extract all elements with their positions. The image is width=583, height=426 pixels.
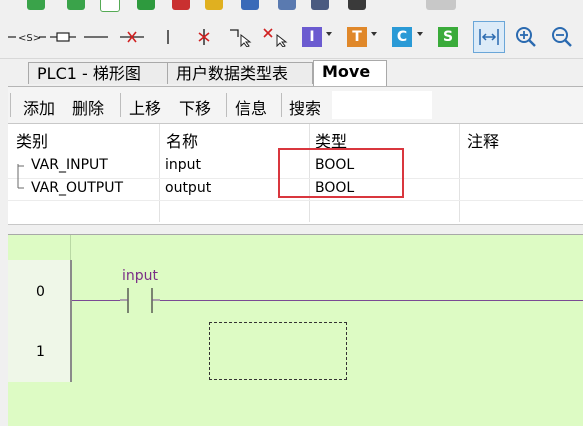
top-toolbar xyxy=(0,0,583,14)
delete-line-icon xyxy=(120,31,144,43)
delete-vertical-line-icon xyxy=(198,29,210,45)
tab-move[interactable]: Move xyxy=(313,60,387,86)
horizontal-line-icon xyxy=(84,36,108,38)
check-icon[interactable] xyxy=(27,0,45,10)
divider xyxy=(120,93,121,117)
online-icon[interactable] xyxy=(311,0,329,10)
var-category: VAR_INPUT xyxy=(31,157,108,173)
contact-set-icon: <S> xyxy=(8,33,46,44)
stop-icon[interactable] xyxy=(172,0,190,10)
zoom-in-icon xyxy=(516,27,536,47)
chevron-down-icon[interactable] xyxy=(371,32,377,36)
chevron-down-icon[interactable] xyxy=(417,32,423,36)
var-category: VAR_OUTPUT xyxy=(31,180,124,196)
search-label: 搜索 xyxy=(289,99,322,118)
warning-icon[interactable] xyxy=(205,0,223,10)
chevron-down-icon[interactable] xyxy=(326,32,332,36)
contact-label[interactable]: input xyxy=(122,268,158,284)
tab-plc1-ladder[interactable]: PLC1 - 梯形图 xyxy=(28,62,168,84)
delete-draw-line-button[interactable] xyxy=(262,25,290,49)
fit-width-icon xyxy=(479,29,499,45)
fit-width-button[interactable] xyxy=(473,21,505,53)
compile-icon[interactable] xyxy=(67,0,85,10)
divider xyxy=(10,93,11,117)
column-header-comment[interactable]: 注释 xyxy=(467,128,499,152)
variable-action-bar: 添加 删除 上移 下移 信息 搜索 xyxy=(8,86,583,123)
divider xyxy=(226,93,227,117)
monitor-icon[interactable] xyxy=(241,0,259,10)
zoom-out-button[interactable] xyxy=(549,25,575,49)
i-instruction-icon: I xyxy=(302,27,322,47)
left-power-rail xyxy=(70,260,72,382)
row-number: 1 xyxy=(36,344,45,360)
zoom-out-icon xyxy=(552,27,572,47)
row-number-column: 0 1 xyxy=(8,260,70,382)
type-highlight-box xyxy=(278,148,404,198)
delete-draw-line-icon xyxy=(263,28,288,47)
info-button[interactable]: 信息 xyxy=(235,95,267,119)
search-icon[interactable] xyxy=(348,0,366,10)
row-number: 0 xyxy=(36,284,45,300)
ladder-editor[interactable]: 0 1 input xyxy=(8,234,583,426)
var-name[interactable]: input xyxy=(165,157,201,173)
s-instruction-icon: S xyxy=(438,27,458,47)
delete-line-button[interactable] xyxy=(120,25,144,49)
svg-text:<S>: <S> xyxy=(18,33,41,44)
add-button[interactable]: 添加 xyxy=(23,95,55,119)
column-header-category[interactable]: 类别 xyxy=(16,128,48,152)
tab-bar: PLC1 - 梯形图 用户数据类型表 Move xyxy=(0,60,583,86)
coil-icon xyxy=(50,32,76,42)
run-icon[interactable] xyxy=(137,0,155,10)
c-instruction-icon: C xyxy=(392,27,412,47)
zoom-in-button[interactable] xyxy=(513,25,539,49)
move-up-button[interactable]: 上移 xyxy=(129,95,161,119)
counter-instruction-button[interactable]: C xyxy=(392,25,412,49)
tab-user-data-types[interactable]: 用户数据类型表 xyxy=(167,62,313,84)
ladder-header xyxy=(8,235,583,260)
special-instruction-button[interactable]: S xyxy=(438,25,458,49)
network-icon[interactable] xyxy=(278,0,296,10)
vertical-line-button[interactable] xyxy=(162,25,174,49)
coil-button[interactable] xyxy=(50,25,76,49)
selection-cursor[interactable] xyxy=(209,322,347,380)
file-icon[interactable] xyxy=(100,0,120,12)
timer-instruction-button[interactable]: T xyxy=(347,25,367,49)
contact-set-button[interactable]: <S> xyxy=(8,25,46,49)
draw-line-button[interactable] xyxy=(228,25,254,49)
horizontal-line-button[interactable] xyxy=(84,25,108,49)
move-down-button[interactable]: 下移 xyxy=(179,95,211,119)
var-name[interactable]: output xyxy=(165,180,211,196)
disabled-icon xyxy=(426,0,456,10)
input-instruction-button[interactable]: I xyxy=(302,25,322,49)
tree-connector xyxy=(17,164,24,189)
draw-line-icon xyxy=(230,29,252,47)
contact-icon[interactable] xyxy=(120,288,160,314)
variable-table: 类别 名称 类型 注释 VAR_INPUT input BOOL VAR_OUT… xyxy=(8,123,583,225)
divider xyxy=(281,93,282,117)
column-header-name[interactable]: 名称 xyxy=(166,128,198,152)
vertical-line-icon xyxy=(167,30,169,44)
delete-vertical-line-button[interactable] xyxy=(196,25,212,49)
t-instruction-icon: T xyxy=(347,27,367,47)
ladder-toolbar: <S> I T C S xyxy=(0,18,583,59)
delete-button[interactable]: 删除 xyxy=(72,95,104,119)
search-input[interactable] xyxy=(332,91,432,119)
